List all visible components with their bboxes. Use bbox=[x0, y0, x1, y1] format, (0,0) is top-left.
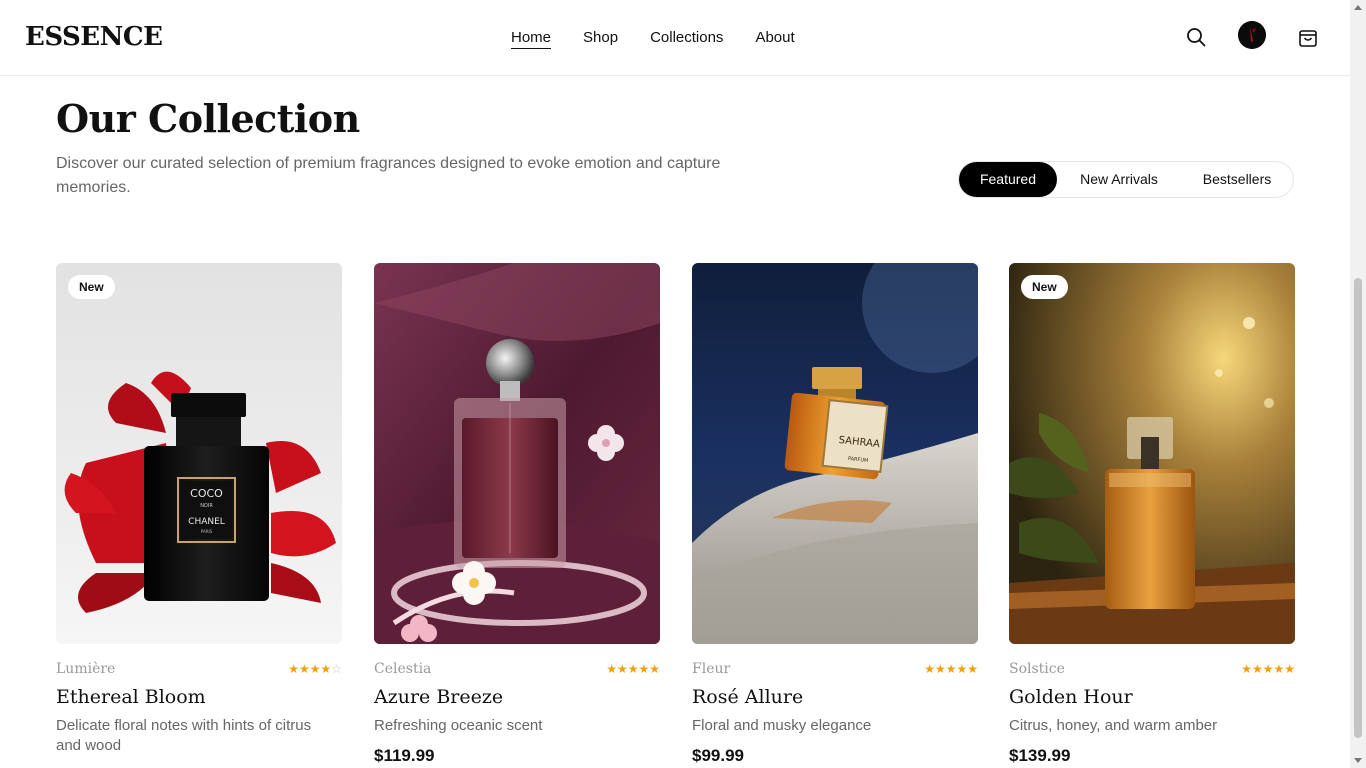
rating-stars: ★★★★☆ bbox=[288, 662, 342, 676]
search-icon[interactable] bbox=[1185, 26, 1207, 48]
bottle-label-paris: PARIS bbox=[201, 529, 213, 534]
nav-shop[interactable]: Shop bbox=[583, 28, 618, 49]
product-description: Delicate floral notes with hints of citr… bbox=[56, 717, 312, 754]
shopping-bag-icon[interactable] bbox=[1297, 26, 1319, 48]
rating-stars: ★★★★★ bbox=[1241, 662, 1295, 676]
nav-home[interactable]: Home bbox=[511, 28, 552, 49]
product-card[interactable]: COCO NOIR CHANEL PARIS New Lumière ★★★★☆… bbox=[56, 263, 342, 754]
scroll-up-arrow-icon[interactable] bbox=[1354, 5, 1362, 10]
product-image[interactable]: New bbox=[1009, 263, 1295, 644]
product-brand: Celestia bbox=[374, 661, 432, 677]
product-card[interactable]: Celestia ★★★★★ Azure Breeze Refreshing o… bbox=[374, 263, 660, 765]
product-brand: Fleur bbox=[692, 661, 731, 677]
product-card[interactable]: SAHRAA PARFUM Fleur ★★★★★ Rosé Allure Fl… bbox=[692, 263, 978, 765]
tab-new-arrivals[interactable]: New Arrivals bbox=[1057, 162, 1181, 197]
product-description: Floral and musky elegance bbox=[692, 717, 872, 734]
product-description: Citrus, honey, and warm amber bbox=[1009, 717, 1218, 734]
rating-stars: ★★★★★ bbox=[606, 662, 660, 676]
page-title: Our Collection bbox=[56, 96, 360, 141]
nav-about[interactable]: About bbox=[755, 28, 794, 49]
nav-collections[interactable]: Collections bbox=[650, 28, 723, 49]
scroll-thumb[interactable] bbox=[1354, 278, 1362, 738]
bottle-label-chanel: CHANEL bbox=[188, 517, 225, 527]
product-card[interactable]: New Solstice ★★★★★ Golden Hour Citrus, h… bbox=[1009, 263, 1295, 765]
product-name[interactable]: Azure Breeze bbox=[374, 686, 503, 708]
scroll-down-arrow-icon[interactable] bbox=[1354, 758, 1362, 763]
product-name[interactable]: Ethereal Bloom bbox=[56, 686, 206, 708]
bottle-label-coco: COCO bbox=[190, 487, 223, 500]
new-badge: New bbox=[68, 275, 115, 299]
tab-featured[interactable]: Featured bbox=[959, 162, 1057, 197]
rating-stars: ★★★★★ bbox=[924, 662, 978, 676]
product-name[interactable]: Rosé Allure bbox=[692, 686, 803, 708]
site-header: ESSENCE Home Shop Collections About bbox=[0, 0, 1350, 76]
main-nav: Home Shop Collections About bbox=[511, 28, 827, 49]
product-price: $119.99 bbox=[374, 746, 435, 765]
new-badge: New bbox=[1021, 275, 1068, 299]
product-price: $99.99 bbox=[692, 746, 744, 765]
avatar[interactable] bbox=[1238, 21, 1266, 49]
product-brand: Solstice bbox=[1009, 661, 1065, 677]
filter-tabs: Featured New Arrivals Bestsellers bbox=[958, 161, 1294, 198]
product-name[interactable]: Golden Hour bbox=[1009, 686, 1133, 708]
section-description: Discover our curated selection of premiu… bbox=[56, 155, 721, 196]
product-brand: Lumière bbox=[56, 661, 116, 677]
product-image[interactable] bbox=[374, 263, 660, 644]
product-image[interactable]: SAHRAA PARFUM bbox=[692, 263, 978, 644]
scrollbar[interactable] bbox=[1350, 0, 1366, 768]
product-price: $139.99 bbox=[1009, 746, 1071, 765]
product-description: Refreshing oceanic scent bbox=[374, 717, 543, 734]
tab-bestsellers[interactable]: Bestsellers bbox=[1181, 162, 1293, 197]
logo[interactable]: ESSENCE bbox=[25, 22, 163, 52]
product-image[interactable]: COCO NOIR CHANEL PARIS New bbox=[56, 263, 342, 644]
bottle-label-noir: NOIR bbox=[200, 503, 213, 509]
